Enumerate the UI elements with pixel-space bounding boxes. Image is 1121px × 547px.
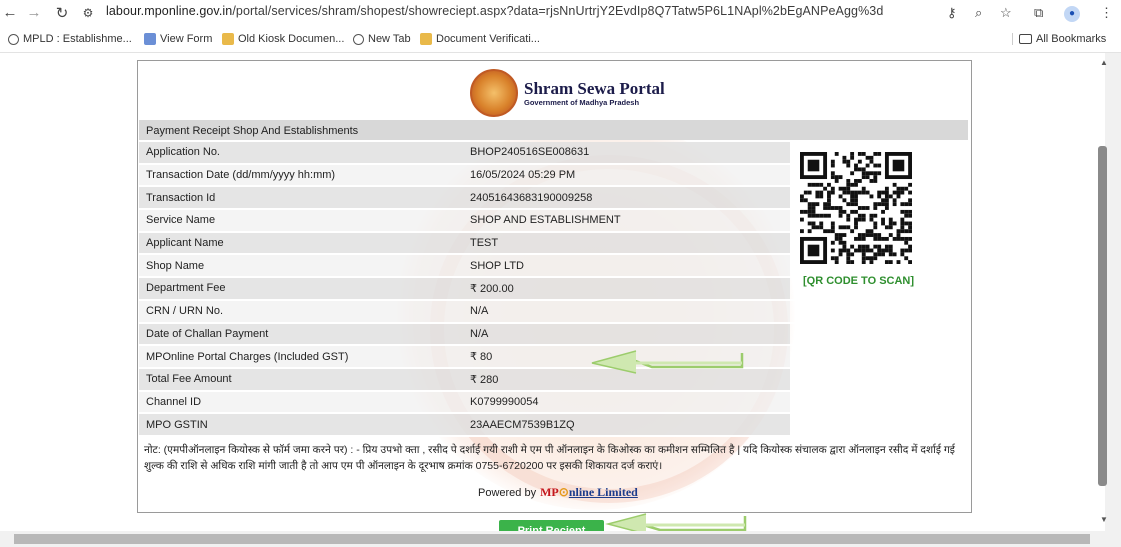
qr-column-cell [790,390,968,415]
receipt-row: Channel ID K0799990054 [139,390,968,415]
bookmarks-bar: MPLD : Establishme... View Form Old Kios… [0,29,1121,53]
receipt-row-value: N/A [463,299,790,324]
globe-icon [8,33,19,45]
receipt-row-value: 16/05/2024 05:29 PM [463,163,790,188]
form-icon [144,33,156,45]
receipt-row-value: N/A [463,322,790,347]
qr-code [800,152,912,264]
reload-icon[interactable]: ↻ [52,4,72,22]
receipt-row-value: K0799990054 [463,390,790,415]
mponline-logo: MP⊙nline Limited [540,485,638,499]
receipt-row-label: Channel ID [139,390,463,415]
password-key-icon[interactable]: ⚷ [947,5,957,21]
receipt-row-value: ₹ 200.00 [463,277,790,301]
receipt-row-value: SHOP AND ESTABLISHMENT [463,209,790,233]
receipt-row: Date of Challan Payment N/A [139,322,968,347]
bookmark-item[interactable]: New Tab [353,33,411,45]
receipt-row-label: Total Fee Amount [139,367,463,392]
url-path: /portal/services/shram/shopest/showrecie… [232,4,884,18]
annotation-arrow-portal-charges [591,350,744,374]
qr-caption: [QR CODE TO SCAN] [803,275,915,287]
document-icon [420,33,432,45]
qr-column-cell [790,299,968,324]
qr-column-cell [790,413,968,437]
all-bookmarks-button[interactable]: All Bookmarks [1012,33,1106,45]
star-bookmark-icon[interactable]: ☆ [1000,5,1012,21]
receipt-row-label: MPO GSTIN [139,413,463,437]
site-info-icon[interactable]: ⚙ [78,6,98,20]
profile-avatar-icon[interactable]: ● [1064,6,1080,22]
receipt-row-label: MPOnline Portal Charges (Included GST) [139,345,463,369]
receipt-row-label: Transaction Date (dd/mm/yyyy hh:mm) [139,163,463,188]
qr-column-cell [790,345,968,369]
receipt-row-value: 24051643683190009258 [463,186,790,211]
bookmark-item[interactable]: Old Kiosk Documen... [222,33,344,45]
receipt-row-value: TEST [463,231,790,256]
folder-icon [1019,34,1032,44]
receipt-row-label: Shop Name [139,254,463,279]
menu-kebab-icon[interactable]: ⋮ [1100,5,1113,21]
receipt-row-label: Transaction Id [139,186,463,211]
globe-icon [353,33,364,45]
receipt-row: Total Fee Amount ₹ 280 [139,367,968,392]
zoom-icon[interactable]: ⌕ [975,5,982,21]
receipt-row-label: Department Fee [139,277,463,301]
receipt-row-label: CRN / URN No. [139,299,463,324]
receipt-row-value: SHOP LTD [463,254,790,279]
extensions-icon[interactable]: ⧉ [1034,5,1043,21]
mp-government-seal-icon [470,69,518,117]
receipt-row-value: BHOP240516SE008631 [463,142,790,165]
address-bar[interactable]: labour.mponline.gov.in/portal/services/s… [106,4,883,18]
receipt-row: MPOnline Portal Charges (Included GST) ₹ … [139,345,968,369]
receipt-row-label: Date of Challan Payment [139,322,463,347]
portal-subtitle: Government of Madhya Pradesh [524,97,640,107]
receipt-row: CRN / URN No. N/A [139,299,968,324]
scroll-down-icon[interactable]: ▼ [1100,515,1108,524]
receipt-row: MPO GSTIN 23AAECM7539B1ZQ [139,413,968,437]
qr-column-cell [790,322,968,347]
mponline-o-icon: ⊙ [558,485,569,499]
powered-by: Powered by MP⊙nline Limited [478,485,638,499]
kiosk-commission-note: नोट: (एमपीऑनलाइन कियोस्क से फॉर्म जमा कर… [144,444,955,472]
receipt-row-label: Applicant Name [139,231,463,256]
receipt-row-label: Service Name [139,209,463,233]
portal-title: Shram Sewa Portal [524,78,665,98]
scroll-up-icon[interactable]: ▲ [1100,58,1108,67]
receipt-row-value: 23AAECM7539B1ZQ [463,413,790,437]
back-icon[interactable]: ← [0,4,20,21]
portal-logo: Shram Sewa Portal Government of Madhya P… [470,69,665,117]
forward-icon[interactable]: → [24,4,44,21]
receipt-row-label: Application No. [139,142,463,165]
url-host: labour.mponline.gov.in [106,4,233,18]
qr-column-cell [790,367,968,392]
receipt-section-title: Payment Receipt Shop And Establishments [139,120,968,140]
vertical-scrollbar[interactable] [1105,53,1121,547]
bookmark-item[interactable]: MPLD : Establishme... [8,33,132,45]
document-icon [222,33,234,45]
vertical-scroll-thumb[interactable] [1098,146,1107,486]
horizontal-scroll-thumb[interactable] [14,534,1090,544]
browser-toolbar: ← → ↻ ⚙ labour.mponline.gov.in/portal/se… [0,0,1121,29]
bookmark-item[interactable]: Document Verificati... [420,33,540,45]
bookmark-item[interactable]: View Form [144,33,212,45]
